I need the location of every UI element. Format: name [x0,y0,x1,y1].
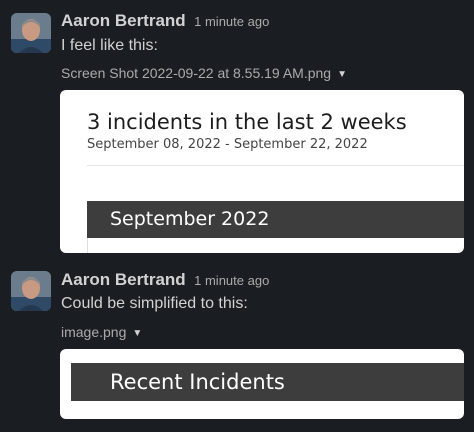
avatar-image [11,271,51,311]
timestamp[interactable]: 1 minute ago [194,273,269,288]
preview-month-body [87,238,464,253]
preview-header: Recent Incidents [71,363,464,401]
avatar[interactable] [11,13,51,53]
attachment-filename[interactable]: image.png [61,324,126,340]
preview-date-range: September 08, 2022 - September 22, 2022 [87,137,368,152]
avatar[interactable] [11,271,51,311]
author-name[interactable]: Aaron Bertrand [61,270,186,289]
chevron-down-icon[interactable]: ▼ [337,69,347,80]
attachment-filename-row[interactable]: Screen Shot 2022-09-22 at 8.55.19 AM.png… [61,65,347,81]
attachment-preview[interactable]: 3 incidents in the last 2 weeks Septembe… [60,90,464,253]
chevron-down-icon[interactable]: ▼ [132,328,142,339]
preview-month-header: September 2022 [87,201,464,238]
message-header: Aaron Bertrand 1 minute ago [61,270,269,290]
timestamp[interactable]: 1 minute ago [194,14,269,29]
message-1: Aaron Bertrand 1 minute ago I feel like … [0,0,474,260]
preview-title: 3 incidents in the last 2 weeks [87,110,407,134]
message-header: Aaron Bertrand 1 minute ago [61,11,269,31]
message-text: Could be simplified to this: [61,295,248,312]
attachment-preview[interactable]: Recent Incidents [60,349,464,419]
attachment-filename-row[interactable]: image.png ▼ [61,324,142,340]
attachment-filename[interactable]: Screen Shot 2022-09-22 at 8.55.19 AM.png [61,65,331,81]
avatar-image [11,13,51,53]
author-name[interactable]: Aaron Bertrand [61,11,186,30]
message-text: I feel like this: [61,37,158,54]
preview-divider [87,165,464,166]
